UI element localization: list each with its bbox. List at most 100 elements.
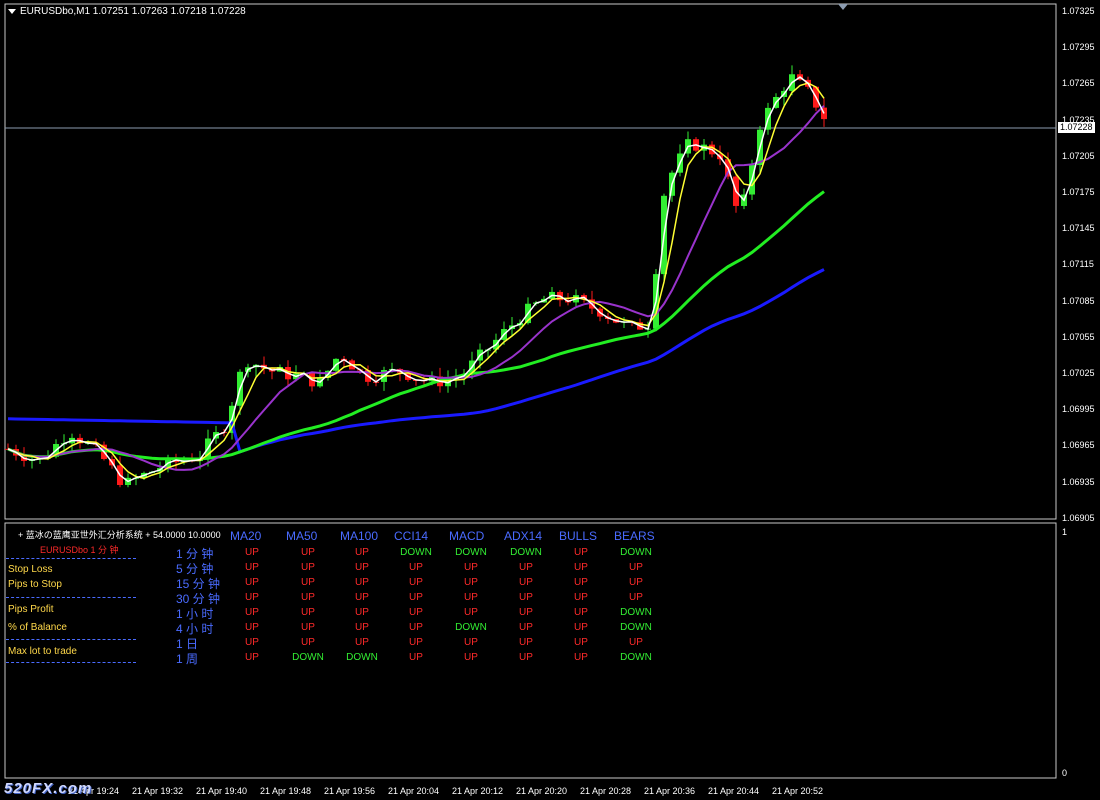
signal-cell: UP xyxy=(245,622,259,633)
signal-header-ma50: MA50 xyxy=(286,529,318,543)
main-chart-frame xyxy=(4,3,1057,520)
signal-cell: UP xyxy=(245,592,259,603)
label-max-lot: Max lot to trade xyxy=(8,646,77,657)
signal-cell: UP xyxy=(409,577,423,588)
price-tick-label: 1.07145 xyxy=(1062,223,1095,234)
signal-cell: UP xyxy=(464,652,478,663)
signal-cell: UP xyxy=(301,577,315,588)
signal-cell: DOWN xyxy=(292,652,324,663)
time-tick-label: 21 Apr 20:52 xyxy=(772,786,824,796)
signal-cell: UP xyxy=(409,637,423,648)
signal-cell: UP xyxy=(245,577,259,588)
signal-cell: UP xyxy=(464,577,478,588)
signal-cell: UP xyxy=(574,652,588,663)
separator xyxy=(6,639,136,640)
signal-cell: UP xyxy=(629,637,643,648)
time-tick-label: 21 Apr 19:40 xyxy=(196,786,248,796)
signal-cell: UP xyxy=(574,577,588,588)
price-tick-label: 1.07085 xyxy=(1062,295,1095,306)
signal-cell: UP xyxy=(301,622,315,633)
chart-window[interactable]: EURUSDbo,M1 1.07251 1.07263 1.07218 1.07… xyxy=(0,0,1100,800)
signal-cell: UP xyxy=(245,652,259,663)
signal-cell: UP xyxy=(629,577,643,588)
price-tick-label: 1.07115 xyxy=(1062,259,1094,270)
price-tick-label: 1.06965 xyxy=(1062,440,1095,451)
price-tick-label: 1.06935 xyxy=(1062,476,1095,487)
signal-cell: UP xyxy=(355,637,369,648)
signal-cell: DOWN xyxy=(510,547,542,558)
label-percent-balance: % of Balance xyxy=(8,622,67,633)
signal-cell: UP xyxy=(301,607,315,618)
price-tick-label: 1.07055 xyxy=(1062,331,1095,342)
signal-cell: UP xyxy=(519,562,533,573)
signal-cell: UP xyxy=(409,622,423,633)
signal-header-bulls: BULLS xyxy=(559,529,598,543)
signal-cell: UP xyxy=(464,637,478,648)
signal-cell: UP xyxy=(574,592,588,603)
signal-cell: UP xyxy=(301,592,315,603)
signal-cell: UP xyxy=(519,637,533,648)
price-tick-label: 1.07175 xyxy=(1062,187,1095,197)
time-tick-label: 21 Apr 20:04 xyxy=(388,786,440,796)
signal-cell: UP xyxy=(409,562,423,573)
signal-cell: UP xyxy=(245,547,259,558)
signal-cell: UP xyxy=(245,562,259,573)
signal-cell: UP xyxy=(629,592,643,603)
signal-cell: UP xyxy=(519,622,533,633)
signal-cell: DOWN xyxy=(620,622,652,633)
price-chart[interactable] xyxy=(0,0,1100,800)
signal-cell: UP xyxy=(355,622,369,633)
time-tick-label: 21 Apr 19:32 xyxy=(132,786,184,796)
dropdown-triangle-icon[interactable] xyxy=(8,8,16,14)
time-tick-label: 21 Apr 19:56 xyxy=(324,786,376,796)
signal-cell: UP xyxy=(355,562,369,573)
signal-header-macd: MACD xyxy=(449,529,485,543)
signal-cell: DOWN xyxy=(620,607,652,618)
timeframe-label: 1 周 xyxy=(176,652,199,666)
price-tick-label: 1.07205 xyxy=(1062,150,1095,161)
indicator-title: + 蓝冰の蓝鹰亚世外汇分析系统 + 54.0000 10.0000 xyxy=(18,530,221,540)
time-tick-label: 21 Apr 19:48 xyxy=(260,786,312,796)
signal-cell: UP xyxy=(409,607,423,618)
signal-cell: UP xyxy=(464,592,478,603)
chart-shift-marker[interactable] xyxy=(838,4,848,10)
indicator-axis-top: 1 xyxy=(1062,527,1068,537)
signal-cell: DOWN xyxy=(455,547,487,558)
signal-cell: UP xyxy=(355,592,369,603)
signal-cell: DOWN xyxy=(400,547,432,558)
signal-cell: UP xyxy=(301,637,315,648)
label-stop-loss: Stop Loss xyxy=(8,564,53,575)
time-tick-label: 21 Apr 20:36 xyxy=(644,786,696,796)
price-tick-label: 1.07025 xyxy=(1062,368,1095,378)
label-pips-to-stop: Pips to Stop xyxy=(8,579,62,590)
signal-cell: DOWN xyxy=(620,547,652,558)
separator xyxy=(6,558,136,559)
separator xyxy=(6,597,136,598)
signal-cell: UP xyxy=(355,547,369,558)
separator xyxy=(6,662,136,663)
signal-cell: UP xyxy=(519,607,533,618)
price-tick-label: 1.07325 xyxy=(1062,6,1095,16)
time-tick-label: 21 Apr 20:44 xyxy=(708,786,760,796)
time-tick-label: 21 Apr 20:12 xyxy=(452,786,504,796)
signal-cell: UP xyxy=(409,592,423,603)
signal-cell: UP xyxy=(245,637,259,648)
ma-blue-line xyxy=(7,268,825,454)
current-price-label: 1.07228 xyxy=(1058,122,1095,133)
signal-cell: DOWN xyxy=(620,652,652,663)
signal-cell: UP xyxy=(301,562,315,573)
signal-header-adx14: ADX14 xyxy=(504,529,543,543)
price-tick-label: 1.06905 xyxy=(1062,512,1095,523)
signal-cell: UP xyxy=(574,562,588,573)
chart-title-text: EURUSDbo,M1 1.07251 1.07263 1.07218 1.07… xyxy=(20,6,246,17)
signal-cell: UP xyxy=(464,607,478,618)
price-tick-label: 1.07265 xyxy=(1062,78,1095,89)
signal-header-ma20: MA20 xyxy=(230,529,262,543)
signal-cell: UP xyxy=(301,547,315,558)
signal-cell: UP xyxy=(519,652,533,663)
signal-cell: DOWN xyxy=(346,652,378,663)
signal-cell: UP xyxy=(574,637,588,648)
indicator-axis-bottom: 0 xyxy=(1062,768,1068,778)
signal-cell: UP xyxy=(574,607,588,618)
watermark-logo: 520FX.com xyxy=(4,780,93,797)
